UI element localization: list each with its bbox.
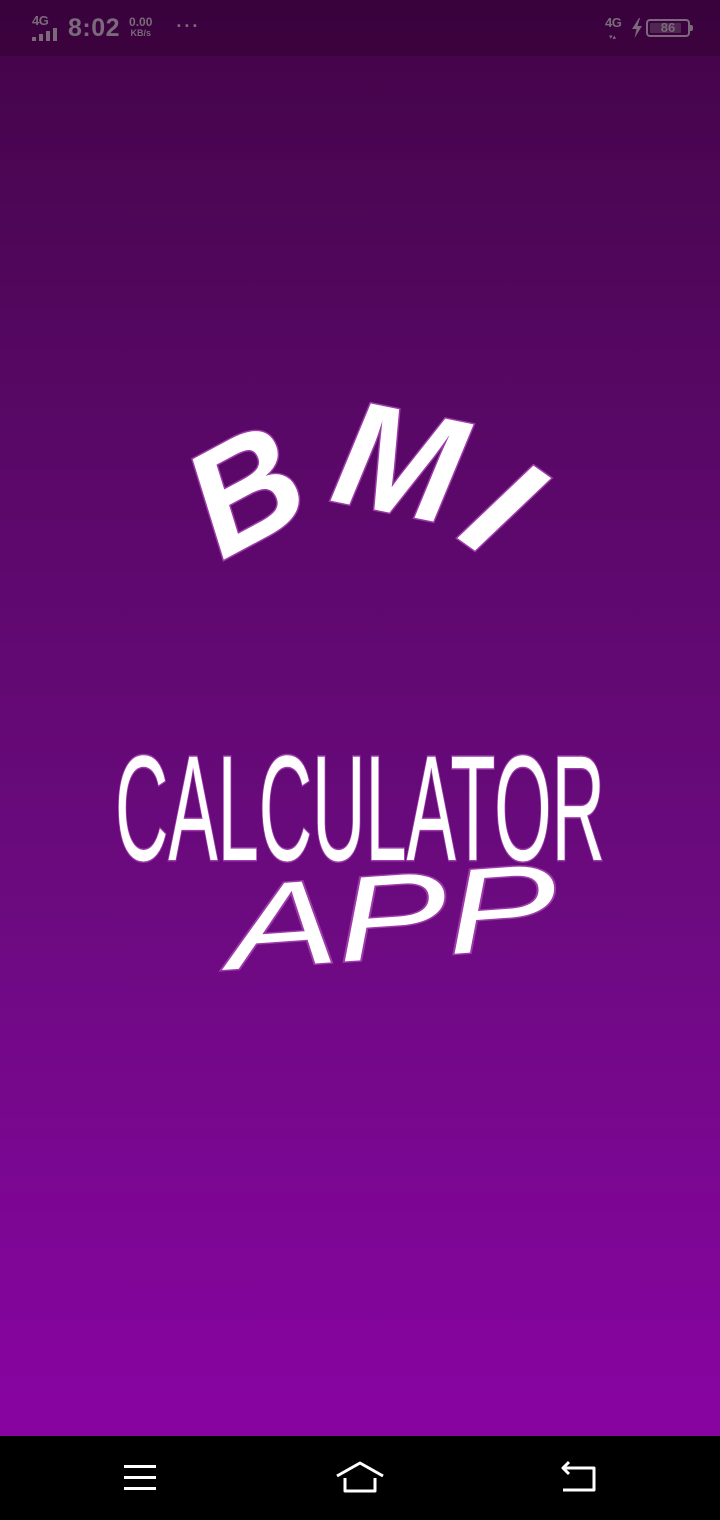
back-button[interactable] [550, 1454, 610, 1502]
home-button[interactable] [330, 1454, 390, 1502]
logo-line-bmi: BMI [157, 367, 574, 592]
back-icon [561, 1460, 596, 1492]
splash-screen: 4G 8:02 0.00 KB/s ··· 4G ▾▴ 86 BMI CALCU… [0, 0, 720, 1520]
logo-line-app: APP [214, 839, 561, 996]
app-logo: BMI CALCULATOR APP [0, 0, 720, 1440]
navigation-bar [0, 1436, 720, 1520]
menu-button[interactable] [110, 1454, 170, 1502]
menu-icon [124, 1465, 156, 1490]
home-icon [336, 1461, 384, 1493]
